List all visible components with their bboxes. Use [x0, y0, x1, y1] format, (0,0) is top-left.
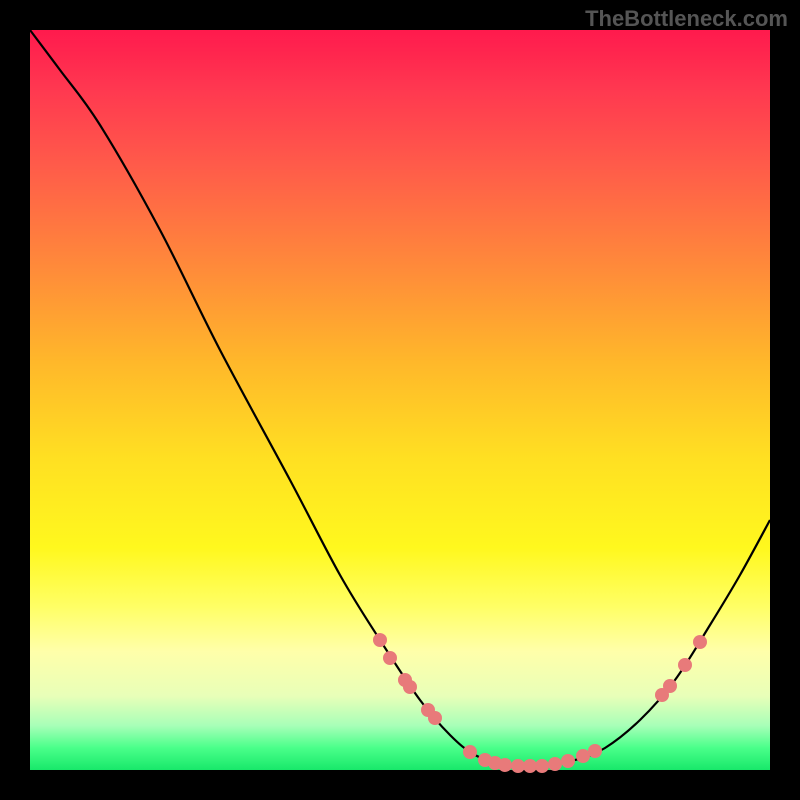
data-marker — [403, 680, 417, 694]
chart-svg — [30, 30, 770, 770]
data-marker — [561, 754, 575, 768]
watermark-text: TheBottleneck.com — [585, 6, 788, 32]
data-marker — [383, 651, 397, 665]
data-marker — [373, 633, 387, 647]
data-marker — [463, 745, 477, 759]
data-marker — [678, 658, 692, 672]
data-marker — [535, 759, 549, 773]
chart-plot-area — [30, 30, 770, 770]
data-marker — [511, 759, 525, 773]
data-marker — [428, 711, 442, 725]
data-marker — [576, 749, 590, 763]
data-marker — [588, 744, 602, 758]
data-marker — [693, 635, 707, 649]
bottleneck-curve — [30, 30, 770, 767]
data-marker — [523, 759, 537, 773]
data-marker — [663, 679, 677, 693]
data-marker — [548, 757, 562, 771]
data-marker — [498, 758, 512, 772]
